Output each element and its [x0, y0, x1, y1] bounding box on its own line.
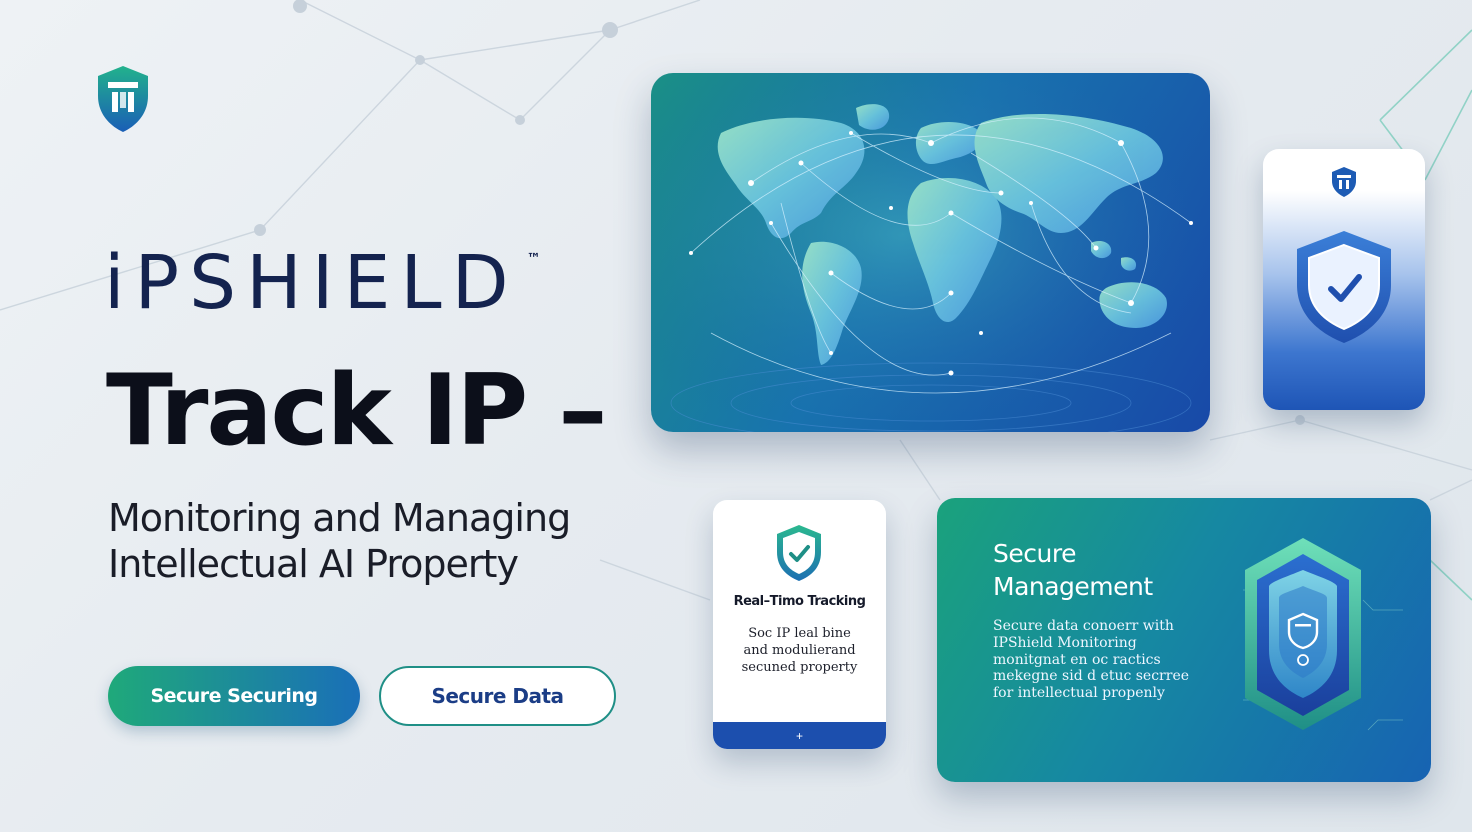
world-map-icon — [651, 73, 1210, 432]
small-shield-icon — [1332, 167, 1356, 197]
secure-card-title-line-1: Secure — [993, 539, 1076, 568]
hero-subline: Monitoring and Managing Intellectual AI … — [108, 496, 648, 587]
hero-subline-line-1: Monitoring and Managing — [108, 496, 571, 540]
plus-icon: + — [795, 728, 803, 743]
secure-card-title: Secure Management — [993, 538, 1213, 603]
shield-status-card — [1263, 149, 1425, 410]
shield-emblem-icon — [1243, 538, 1403, 731]
secure-card-body: Secure data conoerr with IPShield Monito… — [993, 618, 1190, 702]
brand-logo-shield-icon — [98, 66, 148, 132]
trademark-symbol: ™ — [526, 251, 541, 267]
shield-check-icon — [777, 525, 821, 581]
tracking-card-footer[interactable]: + — [713, 722, 886, 749]
tracking-card-body: Soc IP leal bine and modulierand secuned… — [741, 626, 858, 675]
real-time-tracking-card: Real–Timo Tracking Soc IP leal bine and … — [713, 500, 886, 749]
brand-name: iPSHIELD — [104, 240, 519, 326]
secure-securing-button[interactable]: Secure Securing — [108, 666, 360, 726]
brand-wordmark: iPSHIELD ™ — [104, 246, 541, 320]
hero-subline-line-2: Intellectual AI Property — [108, 541, 519, 586]
world-map-card — [651, 73, 1210, 432]
secure-management-card: Secure Management Secure data conoerr wi… — [937, 498, 1431, 782]
tracking-card-title: Real–Timo Tracking — [733, 594, 866, 609]
hero-headline: Track IP – — [106, 354, 607, 468]
secure-card-title-line-2: Management — [993, 571, 1153, 601]
shield-check-icon — [1297, 231, 1391, 343]
secure-data-button[interactable]: Secure Data — [379, 666, 616, 726]
